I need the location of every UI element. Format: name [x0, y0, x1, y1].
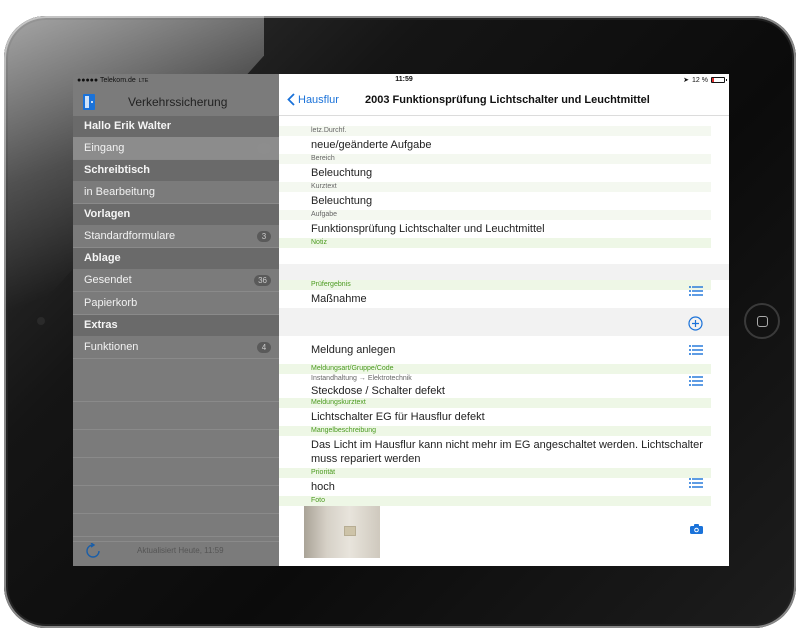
sidebar-empty-row [73, 374, 279, 402]
status-time: 11:59 [395, 76, 413, 83]
field-value: neue/geänderte Aufgabe [311, 139, 432, 151]
sidebar-title: Verkehrssicherung [128, 95, 228, 109]
meldung-anlegen-row[interactable]: Meldung anlegen [279, 336, 729, 364]
status-carrier: ●●●●● Telekom.de LTE [77, 77, 149, 84]
section-vorlagen: Vorlagen [73, 204, 279, 225]
badge-standardformulare: 3 [257, 231, 271, 242]
sidebar-footer: Aktualisiert Heute, 11:59 [73, 536, 279, 566]
plus-circle-icon[interactable] [688, 316, 703, 331]
battery-icon [711, 77, 727, 83]
field-value: Beleuchtung [311, 195, 373, 207]
field-label: Kurztext [279, 182, 711, 192]
section-ablage: Ablage [73, 248, 279, 269]
field-value: Funktionsprüfung Lichtschalter und Leuch… [311, 223, 545, 235]
field-value: Beleuchtung [311, 167, 373, 179]
pruefergebnis-field[interactable]: Maßnahme [279, 286, 729, 308]
refresh-icon[interactable] [85, 543, 101, 559]
home-button[interactable] [744, 303, 780, 339]
field-label: Meldungskurztext [279, 398, 711, 408]
updated-timestamp: Aktualisiert Heute, 11:59 [137, 546, 224, 555]
status-battery: ➤ 12 % [683, 76, 727, 84]
list-icon[interactable] [689, 478, 703, 488]
field-label: letz.Durchf. [279, 126, 711, 136]
field-label: Mangelbeschreibung [279, 426, 711, 436]
badge-eingang [257, 143, 271, 154]
sidebar-item-funktionen[interactable]: Funktionen 4 [73, 336, 279, 359]
photo-thumbnail[interactable] [304, 506, 380, 558]
separator [279, 264, 729, 280]
sidebar-empty-row [73, 458, 279, 486]
section-schreibtisch: Schreibtisch [73, 160, 279, 181]
foto-row [279, 506, 729, 560]
sidebar-list: Hallo Erik Walter Eingang Schreibtisch i… [73, 116, 279, 359]
prioritaet-field[interactable]: hoch [279, 478, 729, 496]
field-label: Bereich [279, 154, 711, 164]
sidebar: ●●●●● Telekom.de LTE Verkehrssicherung Ha… [73, 74, 279, 566]
sidebar-header: Verkehrssicherung [73, 86, 279, 116]
field-label: Priorität [279, 468, 711, 478]
front-camera [37, 317, 45, 325]
notiz-field[interactable] [279, 248, 729, 264]
meldungsart-field[interactable]: Steckdose / Schalter defekt [279, 376, 729, 398]
field-label: Aufgabe [279, 210, 711, 220]
list-icon[interactable] [689, 376, 703, 386]
sidebar-item-papierkorb[interactable]: Papierkorb [73, 292, 279, 315]
back-button[interactable]: Hausflur [287, 93, 339, 106]
sidebar-empty-row [73, 430, 279, 458]
field-label: Foto [279, 496, 711, 506]
sidebar-item-in-bearbeitung[interactable]: in Bearbeitung [73, 181, 279, 204]
screen: ●●●●● Telekom.de LTE Verkehrssicherung Ha… [73, 74, 729, 566]
add-row [279, 308, 729, 336]
sidebar-item-eingang[interactable]: Eingang [73, 137, 279, 160]
meldungsart-path: Instandhaltung → Elektrotechnik [279, 374, 711, 384]
mangelbeschreibung-field[interactable]: Das Licht im Hausflur kann nicht mehr im… [279, 436, 729, 468]
location-icon: ➤ [683, 77, 690, 84]
field-label: Meldungsart/Gruppe/Code [279, 364, 711, 374]
sidebar-item-standardformulare[interactable]: Standardformulare 3 [73, 225, 279, 248]
badge-funktionen: 4 [257, 342, 271, 353]
section-extras: Extras [73, 315, 279, 336]
page-title: 2003 Funktionsprüfung Lichtschalter und … [365, 94, 650, 106]
app-logo-icon [83, 94, 95, 110]
camera-icon[interactable] [690, 524, 703, 534]
navbar: Hausflur 2003 Funktionsprüfung Lichtscha… [279, 86, 729, 116]
greeting: Hallo Erik Walter [73, 116, 279, 137]
sidebar-empty-row [73, 402, 279, 430]
chevron-left-icon [287, 93, 295, 106]
form: letz.Durchf. neue/geänderte Aufgabe Bere… [279, 116, 729, 560]
notiz-label: Notiz [279, 238, 711, 248]
sidebar-item-gesendet[interactable]: Gesendet 36 [73, 269, 279, 292]
sidebar-empty-row [73, 486, 279, 514]
badge-gesendet: 36 [254, 275, 271, 286]
field-label: Prüfergebnis [279, 280, 711, 290]
meldungskurztext-field[interactable]: Lichtschalter EG für Hausflur defekt [279, 408, 729, 426]
detail-pane: 11:59 ➤ 12 % Hausflur 2003 Funktionsprüf… [279, 74, 729, 566]
list-icon[interactable] [689, 286, 703, 296]
list-icon[interactable] [689, 345, 703, 355]
